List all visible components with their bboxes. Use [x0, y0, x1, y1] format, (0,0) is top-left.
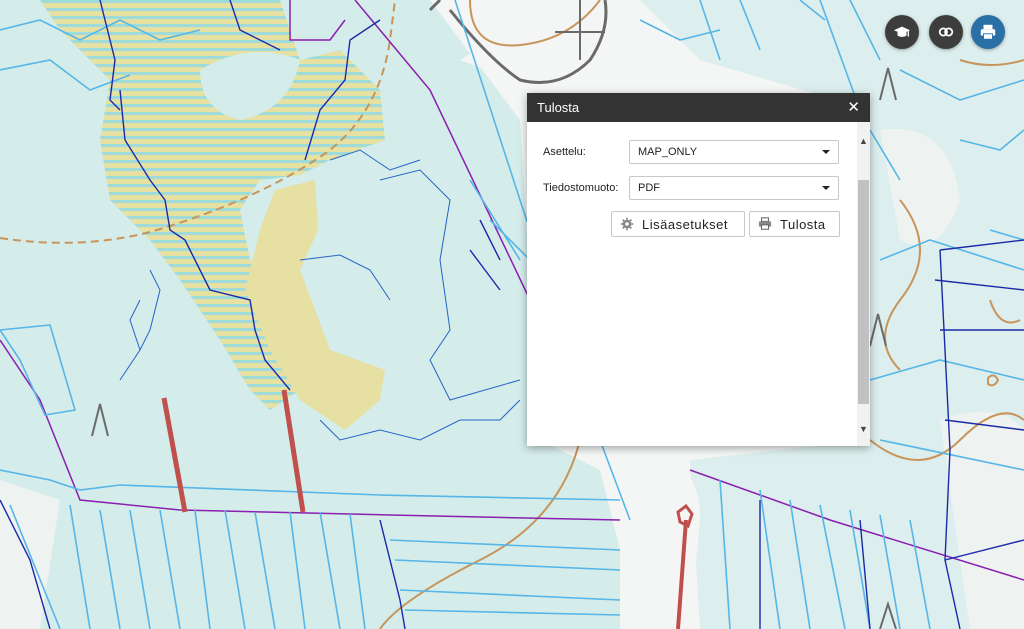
graduation-cap-icon	[893, 26, 911, 37]
layout-select[interactable]: MAP_ONLY	[629, 140, 839, 164]
scroll-up-icon[interactable]: ▲	[857, 134, 870, 148]
print-submit-label: Tulosta	[780, 216, 826, 232]
print-icon	[980, 24, 996, 40]
format-label: Tiedostomuoto:	[543, 182, 619, 194]
advanced-settings-button[interactable]: Lisäasetukset	[611, 211, 745, 237]
map-canvas[interactable]	[0, 0, 1024, 629]
scroll-thumb[interactable]	[858, 180, 869, 404]
chevron-down-icon	[822, 186, 830, 190]
print-button[interactable]	[971, 15, 1005, 49]
chevron-down-icon	[822, 150, 830, 154]
layers-button[interactable]	[929, 15, 963, 49]
dialog-body: Asettelu: MAP_ONLY Tiedostomuoto: PDF Li…	[527, 122, 857, 446]
format-select[interactable]: PDF	[629, 176, 839, 200]
tools-button[interactable]	[885, 15, 919, 49]
dialog-title: Tulosta	[537, 100, 580, 115]
layout-value: MAP_ONLY	[638, 146, 698, 158]
layout-row: Asettelu: MAP_ONLY	[543, 140, 839, 164]
layout-label: Asettelu:	[543, 146, 586, 158]
advanced-settings-label: Lisäasetukset	[642, 216, 728, 232]
dialog-header[interactable]: Tulosta ✕	[527, 93, 870, 122]
scroll-down-icon[interactable]: ▼	[857, 422, 870, 436]
print-icon	[758, 217, 772, 230]
format-row: Tiedostomuoto: PDF	[543, 176, 839, 200]
layers-icon	[938, 27, 954, 37]
print-dialog: Tulosta ✕ Asettelu: MAP_ONLY Tiedostomuo…	[527, 93, 870, 446]
gear-icon	[620, 217, 634, 231]
crosshair-marker	[555, 0, 605, 60]
dialog-scrollbar[interactable]: ▲ ▼	[857, 122, 870, 446]
format-value: PDF	[638, 182, 660, 194]
close-icon[interactable]: ✕	[847, 100, 860, 115]
open-area	[620, 461, 700, 629]
print-submit-button[interactable]: Tulosta	[749, 211, 840, 237]
